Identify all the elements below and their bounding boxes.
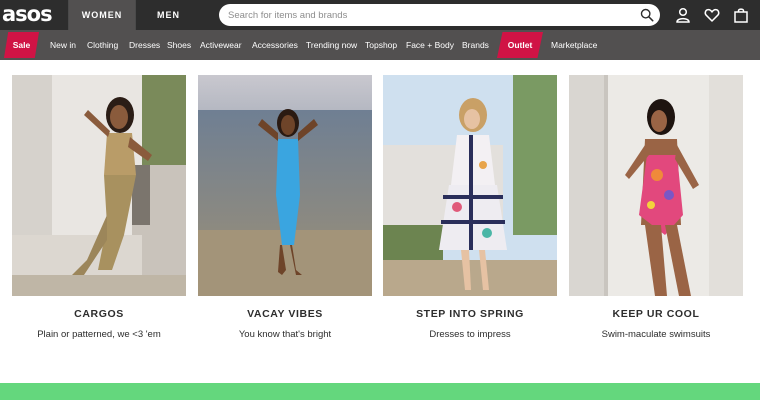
- nav-item-dresses[interactable]: Dresses: [129, 30, 160, 60]
- search-bar: [219, 4, 660, 26]
- promo-image-keep-ur-cool[interactable]: [569, 75, 743, 296]
- nav-item-brands[interactable]: Brands: [462, 30, 489, 60]
- promo-card-cargos[interactable]: CARGOS Plain or patterned, we <3 'em: [12, 75, 186, 340]
- promo-card-keep-ur-cool[interactable]: KEEP UR COOL Swim-maculate swimsuits: [569, 75, 743, 340]
- tab-women[interactable]: WOMEN: [68, 0, 135, 30]
- promo-card-step-into-spring[interactable]: STEP INTO SPRING Dresses to impress: [383, 75, 557, 340]
- nav-item-sale[interactable]: Sale: [4, 32, 39, 58]
- nav-item-shoes[interactable]: Shoes: [167, 30, 191, 60]
- promo-card-vacay-vibes[interactable]: VACAY VIBES You know that's bright: [198, 75, 372, 340]
- asos-logo[interactable]: asos: [0, 0, 68, 30]
- promo-banner-strip[interactable]: [0, 383, 760, 400]
- top-bar: asos WOMEN MEN: [0, 0, 760, 30]
- promo-image-step-into-spring[interactable]: [383, 75, 557, 296]
- category-nav: Sale New in Clothing Dresses Shoes Activ…: [0, 30, 760, 60]
- promo-image-vacay-vibes[interactable]: [198, 75, 372, 296]
- promo-title[interactable]: VACAY VIBES: [198, 308, 372, 320]
- nav-item-trending-now[interactable]: Trending now: [306, 30, 357, 60]
- search-icon[interactable]: [640, 8, 654, 22]
- promo-subtitle: Plain or patterned, we <3 'em: [37, 329, 161, 340]
- nav-item-new-in[interactable]: New in: [50, 30, 76, 60]
- promo-subtitle: You know that's bright: [238, 329, 332, 340]
- tab-men[interactable]: MEN: [135, 0, 201, 30]
- nav-item-outlet[interactable]: Outlet: [497, 32, 543, 58]
- heart-icon[interactable]: [704, 7, 720, 23]
- promo-subtitle: Swim-maculate swimsuits: [601, 329, 711, 340]
- account-icon[interactable]: [675, 7, 691, 23]
- promo-title[interactable]: CARGOS: [12, 308, 186, 320]
- nav-item-topshop[interactable]: Topshop: [365, 30, 397, 60]
- nav-item-face-body[interactable]: Face + Body: [406, 30, 454, 60]
- nav-item-activewear[interactable]: Activewear: [200, 30, 242, 60]
- promo-image-cargos[interactable]: [12, 75, 186, 296]
- nav-item-clothing[interactable]: Clothing: [87, 30, 118, 60]
- nav-item-marketplace[interactable]: Marketplace: [551, 30, 597, 60]
- promo-title[interactable]: KEEP UR COOL: [569, 308, 743, 320]
- search-input[interactable]: [228, 4, 628, 26]
- bag-icon[interactable]: [733, 7, 749, 23]
- promo-subtitle: Dresses to impress: [429, 329, 511, 340]
- nav-item-accessories[interactable]: Accessories: [252, 30, 298, 60]
- promo-title[interactable]: STEP INTO SPRING: [383, 308, 557, 320]
